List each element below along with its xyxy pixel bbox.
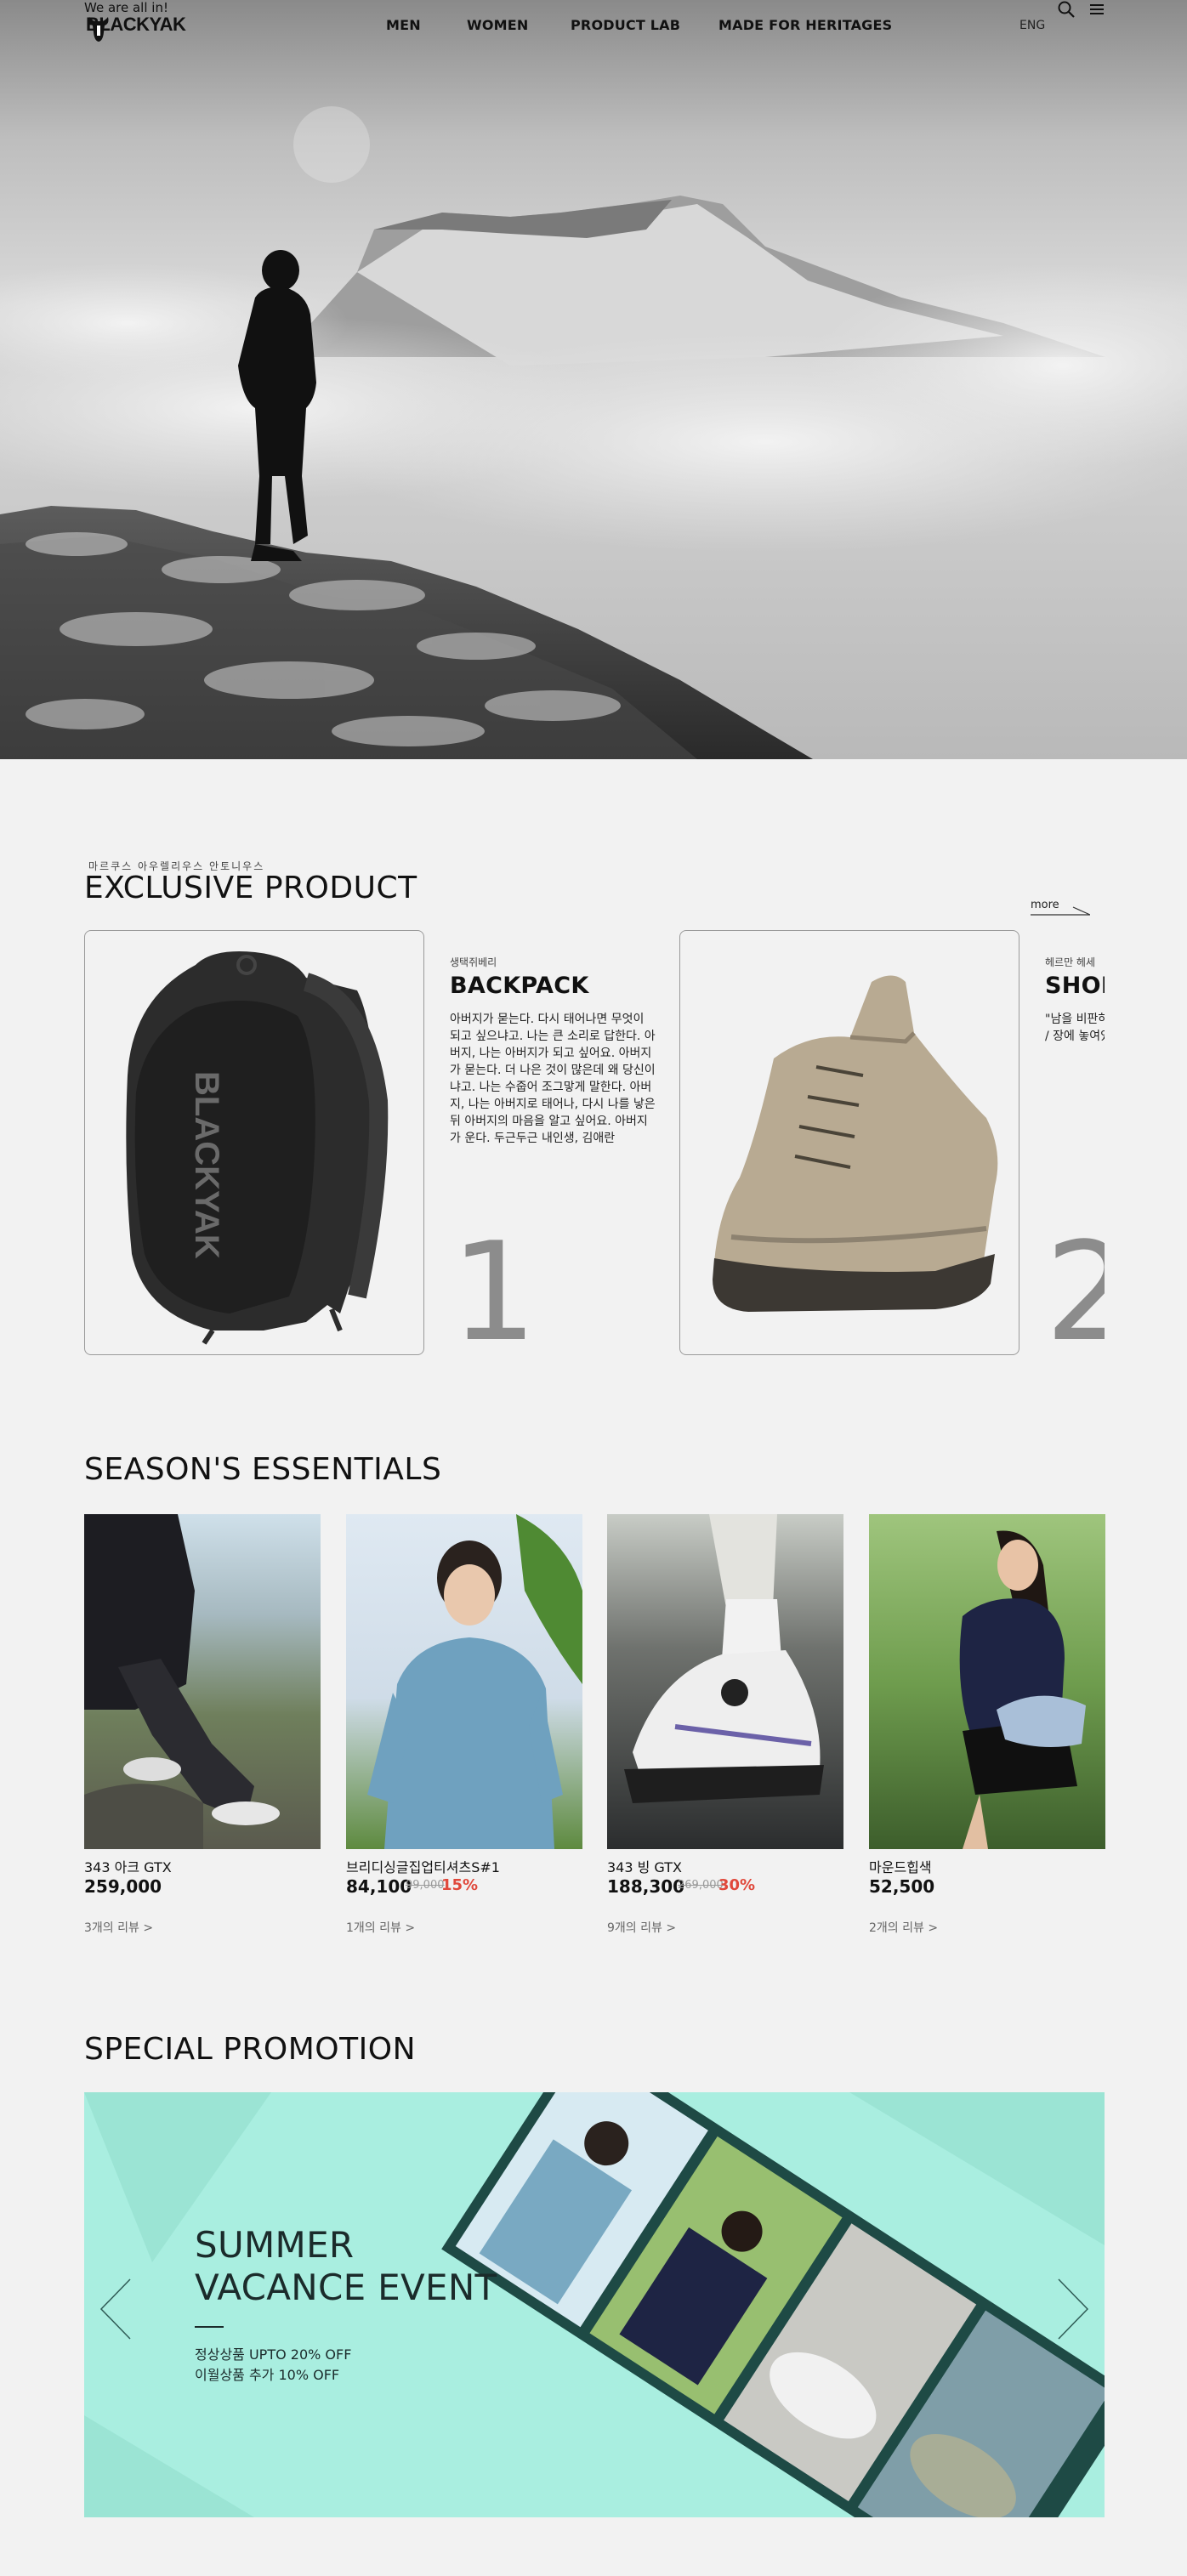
essential-image-4[interactable] [869,1514,1105,1849]
product-kicker: 헤르만 헤세 [1045,956,1096,968]
product-name[interactable]: BACKPACK [450,973,658,999]
essential-name-1[interactable]: 343 아크 GTX [84,1856,172,1876]
essential-reviews-4[interactable]: 2개의 리뷰 > [869,1919,938,1936]
product-card-shoe[interactable] [679,930,1019,1355]
page: We are all in! BLACKYAK MEN WOMEN PRODUC… [0,0,1187,2576]
svg-text:BLACKYAK: BLACKYAK [188,1071,225,1259]
promo-event-title: SUMMER VACANCE EVENT [195,2224,497,2308]
hero-image [0,106,1187,759]
essential-discount-2: 15% [441,1876,479,1894]
essential-image-1[interactable] [84,1514,321,1849]
product-kicker: 생택쥐베리 [450,956,497,968]
promotion-title: SPECIAL PROMOTION [84,2032,417,2067]
essential-old-price-2: 99,000 [406,1879,445,1892]
nav-item-made-for-heritages[interactable]: MADE FOR HERITAGES [718,17,892,33]
essential-price-1: 259,000 [84,1876,162,1897]
shoe-image [713,975,998,1312]
nav-item-women[interactable]: WOMEN [467,17,529,33]
essential-name-2[interactable]: 브리디싱글집업티셔츠S#1 [346,1856,500,1876]
promotion-banner[interactable]: SUMMER VACANCE EVENT 정상상품 UPTO 20% OFF 이… [84,2092,1105,2517]
more-arrow-icon[interactable] [1031,906,1090,916]
product-desc-shoe: 헤르만 헤세 SHOE "남을 비판하 / 명심하거라" / 다. "이 세상 … [1045,955,1105,1045]
nav-item-product-lab[interactable]: PRODUCT LAB [571,17,680,33]
promo-divider [195,2326,224,2328]
essential-image-3[interactable] [607,1514,843,1849]
search-icon[interactable] [1057,0,1076,19]
hero-banner: We are all in! BLACKYAK MEN WOMEN PRODUC… [0,0,1187,759]
next-arrow-icon[interactable] [1055,2278,1089,2341]
language-toggle[interactable]: ENG [1019,19,1045,32]
main-nav: MEN WOMEN PRODUCT LAB MADE FOR HERITAGES [0,17,1187,37]
essential-name-3[interactable]: 343 빙 GTX [607,1856,682,1876]
essential-old-price-3: 269,000 [678,1879,724,1892]
essential-price-2: 84,100 [346,1876,412,1897]
backpack-image: BLACKYAK [126,951,389,1345]
prev-arrow-icon[interactable] [99,2278,133,2341]
essential-image-2[interactable] [346,1514,582,1849]
essential-discount-3: 30% [718,1876,756,1894]
promo-offer-2: 이월상품 추가 10% OFF [195,2367,340,2383]
nav-item-men[interactable]: MEN [386,17,421,33]
essential-reviews-2[interactable]: 1개의 리뷰 > [346,1919,415,1936]
product-name[interactable]: SHOE [1045,973,1105,999]
product-body: "남을 비판하 / 명심하거라" / 다. "이 세상 / 장에 놓여있 / 한… [1045,1013,1105,1043]
essential-reviews-3[interactable]: 9개의 리뷰 > [607,1919,676,1936]
promo-offer-1: 정상상품 UPTO 20% OFF [195,2346,352,2363]
essential-name-4[interactable]: 마운드힙색 [869,1856,932,1876]
essential-price-3: 188,300 [607,1876,685,1897]
product-desc-backpack: 생택쥐베리 BACKPACK 아버지가 묻는다. 다시 태어나면 무엇이 되고 … [450,955,658,1147]
exclusive-title: EXCLUSIVE PRODUCT [84,871,417,905]
product-card-backpack[interactable]: BLACKYAK [84,930,424,1355]
product-number: 2 [1045,1224,1105,1360]
menu-icon[interactable] [1088,0,1106,19]
product-body: 아버지가 묻는다. 다시 태어나면 무엇이 되고 싶으냐고. 나는 큰 소리로 … [450,1013,656,1145]
product-number: 1 [451,1212,537,1371]
essential-price-4: 52,500 [869,1876,935,1897]
essentials-title: SEASON'S ESSENTIALS [84,1452,442,1487]
essential-reviews-1[interactable]: 3개의 리뷰 > [84,1919,153,1936]
